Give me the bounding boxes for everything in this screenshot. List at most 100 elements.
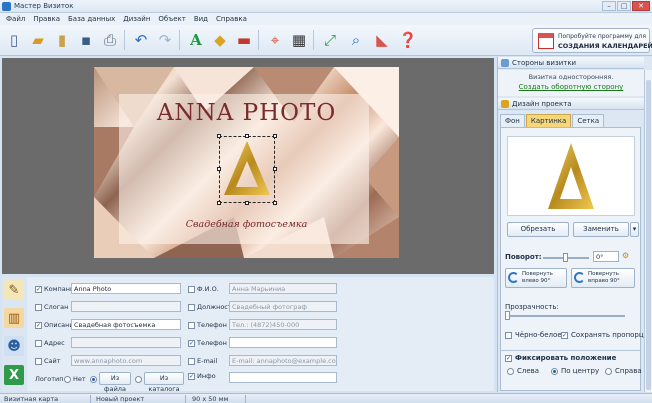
print-icon[interactable]: ⎙ [99, 29, 121, 51]
logo-from-file-radio[interactable] [90, 376, 97, 383]
rotate-right-button[interactable]: Повернуть вправо 90° [571, 268, 635, 288]
slogan-checkbox[interactable] [35, 304, 42, 311]
save-icon[interactable]: ▪ [75, 29, 97, 51]
logo-none-radio[interactable] [64, 376, 71, 383]
replace-button[interactable]: Заменить [573, 222, 629, 237]
info-checkbox[interactable]: ✓ [188, 373, 195, 380]
new-file-icon[interactable]: ▯ [3, 29, 25, 51]
menu-object[interactable]: Объект [155, 13, 190, 25]
position-field[interactable]: Свадебный фотограф [229, 301, 337, 312]
address-field[interactable] [71, 337, 181, 348]
undo-icon[interactable]: ↶ [130, 29, 152, 51]
rotation-input[interactable]: 0° [593, 251, 619, 262]
business-card[interactable]: ANNA PHOTO Свадебная фотосъемка [94, 67, 399, 258]
menu-help[interactable]: Справка [213, 13, 252, 25]
fix-position-checkbox[interactable]: ✓ [505, 355, 512, 362]
eraser-icon[interactable]: ◣ [371, 29, 393, 51]
redo-icon[interactable]: ↷ [154, 29, 176, 51]
resize-handle[interactable] [273, 167, 277, 171]
sides-section-header[interactable]: Стороны визитки [498, 57, 644, 69]
website-field[interactable]: www.annaphoto.com [71, 355, 181, 366]
logo-from-file-button[interactable]: Из файла [99, 372, 131, 393]
phone1-field[interactable]: Тел.: (4872)450-000 [229, 319, 337, 330]
resize-handle[interactable] [217, 201, 221, 205]
card-company-text[interactable]: ANNA PHOTO [94, 100, 399, 126]
website-checkbox[interactable] [35, 358, 42, 365]
rotation-slider-knob[interactable] [563, 253, 568, 262]
bw-checkbox[interactable] [505, 332, 512, 339]
close-button[interactable]: ✕ [632, 1, 650, 11]
rotation-slider[interactable] [543, 253, 589, 262]
address-checkbox[interactable] [35, 340, 42, 347]
tab-image[interactable]: Картинка [525, 114, 572, 127]
templates-icon[interactable]: ▮ [51, 29, 73, 51]
maximize-button[interactable]: □ [617, 1, 631, 11]
design-section-header[interactable]: Дизайн проекта [498, 98, 644, 110]
calendar-promo-button[interactable]: Попробуйте программу для СОЗДАНИЯ КАЛЕНД… [532, 28, 652, 53]
tab-background[interactable]: Фон [500, 114, 525, 127]
position-right-radio[interactable] [605, 368, 612, 375]
company-checkbox[interactable]: ✓ [35, 286, 42, 293]
email-field[interactable]: E-mail: annaphoto@example.com [229, 355, 337, 366]
design-canvas[interactable]: ANNA PHOTO Свадебная фотосъемка [2, 58, 494, 274]
replace-dropdown-button[interactable]: ▾ [630, 222, 639, 237]
left-tool-strip: ✎ ▥ ☻ X [2, 277, 26, 391]
image-icon[interactable]: ▬ [233, 29, 255, 51]
open-folder-icon[interactable]: ▰ [27, 29, 49, 51]
info-field[interactable] [229, 372, 337, 383]
zoom-icon[interactable]: ⌕ [345, 29, 367, 51]
tab-grid[interactable]: Сетка [572, 114, 605, 127]
description-field[interactable]: Свадебная фотосъемка [71, 319, 181, 330]
keep-proportions-checkbox[interactable]: ✓ [561, 332, 568, 339]
name-checkbox[interactable] [188, 286, 195, 293]
shapes-icon[interactable]: ◆ [209, 29, 231, 51]
resize-handle[interactable] [245, 134, 249, 138]
create-back-side-link[interactable]: Создать оборотную сторону [498, 83, 644, 91]
rotation-reset-icon[interactable]: ⚙ [622, 251, 629, 260]
crop-button[interactable]: Обрезать [507, 222, 569, 237]
resize-handle[interactable] [245, 201, 249, 205]
keep-proportions-label: Сохранять пропорции [571, 331, 652, 339]
logo-from-catalog-radio[interactable] [135, 376, 142, 383]
phone2-field[interactable] [229, 337, 337, 348]
address-book-icon[interactable]: ▥ [4, 308, 24, 328]
logo-from-catalog-button[interactable]: Из каталога [144, 372, 184, 393]
qr-code-icon[interactable]: ▦ [288, 29, 310, 51]
resize-handle[interactable] [217, 134, 221, 138]
right-panel-scrollbar[interactable] [644, 70, 652, 392]
phone1-checkbox[interactable] [188, 322, 195, 329]
menu-view[interactable]: Вид [191, 13, 213, 25]
card-slogan-text[interactable]: Свадебная фотосъемка [94, 219, 399, 230]
menu-file[interactable]: Файл [3, 13, 30, 25]
company-field[interactable]: Anna Photo [71, 283, 181, 294]
description-checkbox[interactable]: ✓ [35, 322, 42, 329]
contacts-icon[interactable]: ☻ [4, 336, 24, 356]
status-bar: Визитная карта Новый проект 90 x 50 мм [0, 393, 652, 403]
menu-database[interactable]: База данных [65, 13, 120, 25]
phone2-label: Телефон 2 [197, 339, 234, 347]
resize-handle[interactable] [273, 134, 277, 138]
fit-screen-icon[interactable]: ⤢ [319, 29, 341, 51]
rotate-left-button[interactable]: Повернуть влево 90° [505, 268, 567, 288]
excel-import-icon[interactable]: X [4, 365, 24, 385]
name-field[interactable]: Анна Марьиниа [229, 283, 337, 294]
edit-text-icon[interactable]: ✎ [4, 280, 24, 300]
phone2-checkbox[interactable]: ✓ [188, 340, 195, 347]
transparency-slider[interactable] [505, 311, 625, 320]
resize-handle[interactable] [273, 201, 277, 205]
position-left-radio[interactable] [507, 368, 514, 375]
scrollbar-thumb[interactable] [646, 80, 651, 390]
transparency-slider-knob[interactable] [505, 311, 510, 320]
logo-selection[interactable] [217, 134, 277, 205]
minimize-button[interactable]: – [602, 1, 616, 11]
email-checkbox[interactable] [188, 358, 195, 365]
menu-design[interactable]: Дизайн [120, 13, 155, 25]
position-center-radio[interactable] [551, 368, 558, 375]
menu-edit[interactable]: Правка [30, 13, 65, 25]
resize-handle[interactable] [217, 167, 221, 171]
map-icon[interactable]: ⌖ [264, 29, 286, 51]
position-checkbox[interactable] [188, 304, 195, 311]
slogan-field[interactable] [71, 301, 181, 312]
help-icon[interactable]: ❓ [397, 29, 419, 51]
add-text-icon[interactable]: A [185, 29, 207, 51]
